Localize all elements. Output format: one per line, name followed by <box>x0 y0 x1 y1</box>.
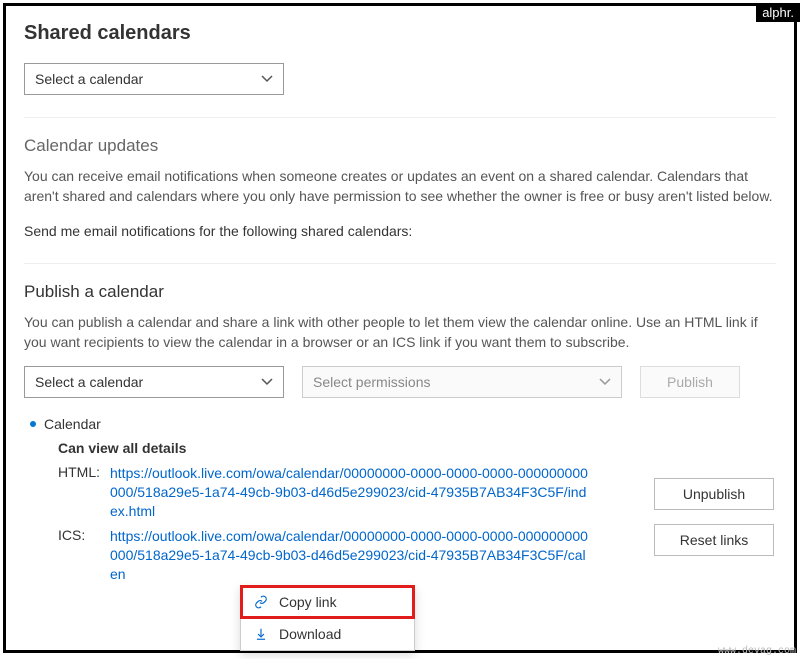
section-title-updates: Calendar updates <box>24 136 776 156</box>
publish-description: You can publish a calendar and share a l… <box>24 312 776 353</box>
permission-level: Can view all details <box>58 440 776 456</box>
updates-description: You can receive email notifications when… <box>24 166 776 207</box>
context-menu-label: Copy link <box>279 594 337 610</box>
context-menu-label: Download <box>279 626 341 642</box>
chevron-down-icon <box>599 376 611 388</box>
button-label: Publish <box>667 374 713 390</box>
chevron-down-icon <box>261 376 273 388</box>
publish-permissions-select[interactable]: Select permissions <box>302 366 622 398</box>
published-calendar-name: Calendar <box>44 416 101 432</box>
ics-link-label: ICS: <box>58 527 102 584</box>
download-icon <box>253 627 269 641</box>
button-label: Reset links <box>680 532 748 548</box>
watermark-top-right: alphr. <box>756 3 800 22</box>
bullet-icon <box>30 421 36 427</box>
dropdown-label: Select permissions <box>313 374 431 390</box>
context-menu-download[interactable]: Download <box>241 618 414 650</box>
shared-calendar-select[interactable]: Select a calendar <box>24 63 284 95</box>
section-title-publish: Publish a calendar <box>24 282 776 302</box>
button-label: Unpublish <box>683 486 745 502</box>
unpublish-button[interactable]: Unpublish <box>654 478 774 510</box>
context-menu: Copy link Download <box>240 585 415 651</box>
dropdown-label: Select a calendar <box>35 374 143 390</box>
updates-prompt: Send me email notifications for the foll… <box>24 221 776 241</box>
context-menu-copy-link[interactable]: Copy link <box>241 586 414 618</box>
divider <box>24 117 776 118</box>
publish-button[interactable]: Publish <box>640 366 740 398</box>
watermark-bottom-right: www.devag.com <box>718 646 796 657</box>
settings-panel: Shared calendars Select a calendar Calen… <box>3 3 797 653</box>
chevron-down-icon <box>261 73 273 85</box>
link-icon <box>253 595 269 609</box>
publish-calendar-select[interactable]: Select a calendar <box>24 366 284 398</box>
divider <box>24 263 776 264</box>
ics-link[interactable]: https://outlook.live.com/owa/calendar/00… <box>110 527 590 584</box>
page-title: Shared calendars <box>24 22 776 45</box>
reset-links-button[interactable]: Reset links <box>654 524 774 556</box>
published-calendar-row: Calendar <box>30 416 776 432</box>
html-link[interactable]: https://outlook.live.com/owa/calendar/00… <box>110 464 590 521</box>
dropdown-label: Select a calendar <box>35 71 143 87</box>
html-link-label: HTML: <box>58 464 102 521</box>
